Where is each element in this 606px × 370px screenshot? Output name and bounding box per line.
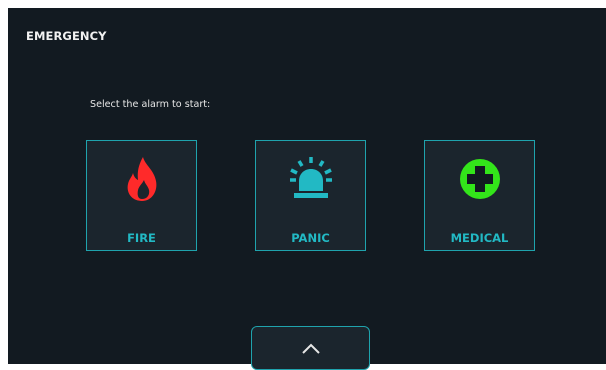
fire-label: FIRE	[127, 231, 156, 245]
medical-cross-icon	[456, 155, 504, 203]
instruction-text: Select the alarm to start:	[90, 99, 211, 110]
fire-icon	[118, 155, 166, 203]
fire-alarm-button[interactable]: FIRE	[86, 140, 197, 251]
page-title: EMERGENCY	[26, 29, 107, 43]
panic-alarm-button[interactable]: PANIC	[255, 140, 366, 251]
collapse-button[interactable]	[251, 326, 370, 370]
medical-label: MEDICAL	[450, 231, 509, 245]
medical-alarm-button[interactable]: MEDICAL	[424, 140, 535, 251]
chevron-up-icon	[301, 343, 320, 354]
siren-icon	[287, 155, 335, 203]
panic-label: PANIC	[291, 231, 330, 245]
